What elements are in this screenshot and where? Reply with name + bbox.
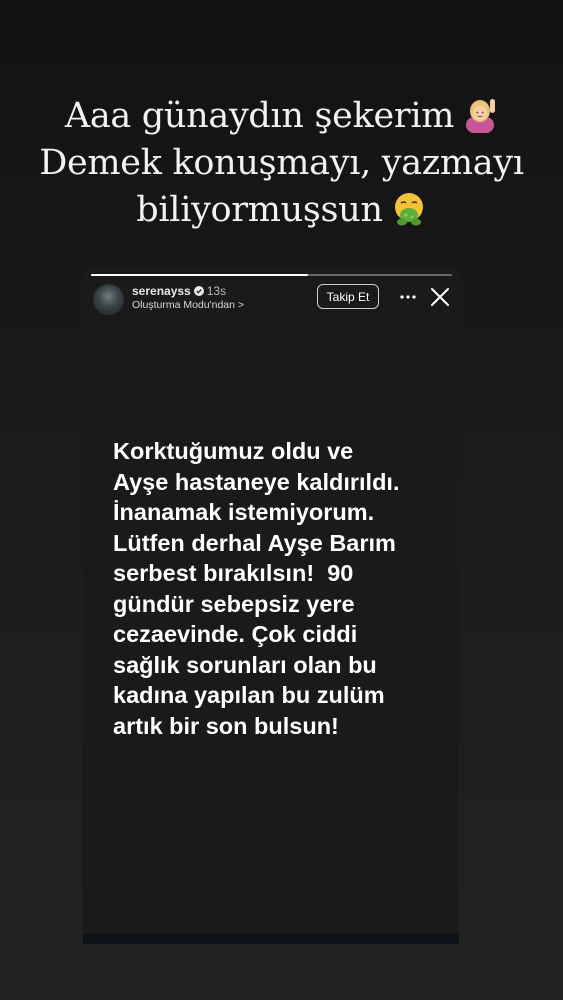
- story-text-line: cezaevinde. Çok ciddi: [113, 621, 358, 647]
- story-bottom-bar: [83, 934, 459, 944]
- verified-badge-icon: [193, 286, 204, 296]
- caption: Aaa günaydın şekerim Demek konuşmayı, ya…: [0, 93, 563, 234]
- story-text-line: artık bir son bulsun!: [113, 712, 339, 739]
- story-text-line: Lütfen derhal Ayşe Barım: [113, 529, 396, 556]
- caption-line-2: Demek konuşmayı, yazmayı: [39, 143, 524, 183]
- more-options-icon[interactable]: [399, 290, 417, 304]
- story-progress-fill: [91, 274, 308, 276]
- story-text-line: Ayşe hastaneye kaldırıldı.: [113, 468, 400, 495]
- nauseated-face-emoji-icon: [394, 193, 423, 226]
- story-screenshot: serenayss 13s Oluşturma Modu'ndan > Taki…: [83, 268, 459, 944]
- caption-line-1: Aaa günaydın şekerim: [64, 96, 455, 136]
- story-text-line: sağlık sorunları olan bu: [113, 651, 377, 678]
- follow-button[interactable]: Takip Et: [317, 284, 379, 309]
- story-progress-bar: [91, 274, 452, 276]
- caption-line-3: biliyormuşsun: [136, 190, 383, 230]
- story-text: Korktuğumuz oldu ve Ayşe hastaneye kaldı…: [113, 436, 453, 741]
- story-text-line: Korktuğumuz oldu ve: [113, 438, 354, 464]
- story-text-line: serbest bırakılsın! 90: [113, 560, 354, 586]
- avatar[interactable]: [93, 284, 124, 315]
- raising-hand-woman-emoji-icon: [466, 99, 496, 133]
- story-header: serenayss 13s Oluşturma Modu'ndan > Taki…: [93, 284, 450, 315]
- story-text-line: İnanamak istemiyorum.: [113, 499, 375, 525]
- story-text-line: kadına yapılan bu zulüm: [113, 682, 385, 708]
- username[interactable]: serenayss: [132, 284, 191, 298]
- creation-mode-link[interactable]: Oluşturma Modu'ndan >: [132, 299, 244, 312]
- post-time: 13s: [206, 284, 227, 298]
- story-text-line: gündür sebepsiz yere: [113, 590, 355, 617]
- close-icon[interactable]: [430, 287, 450, 307]
